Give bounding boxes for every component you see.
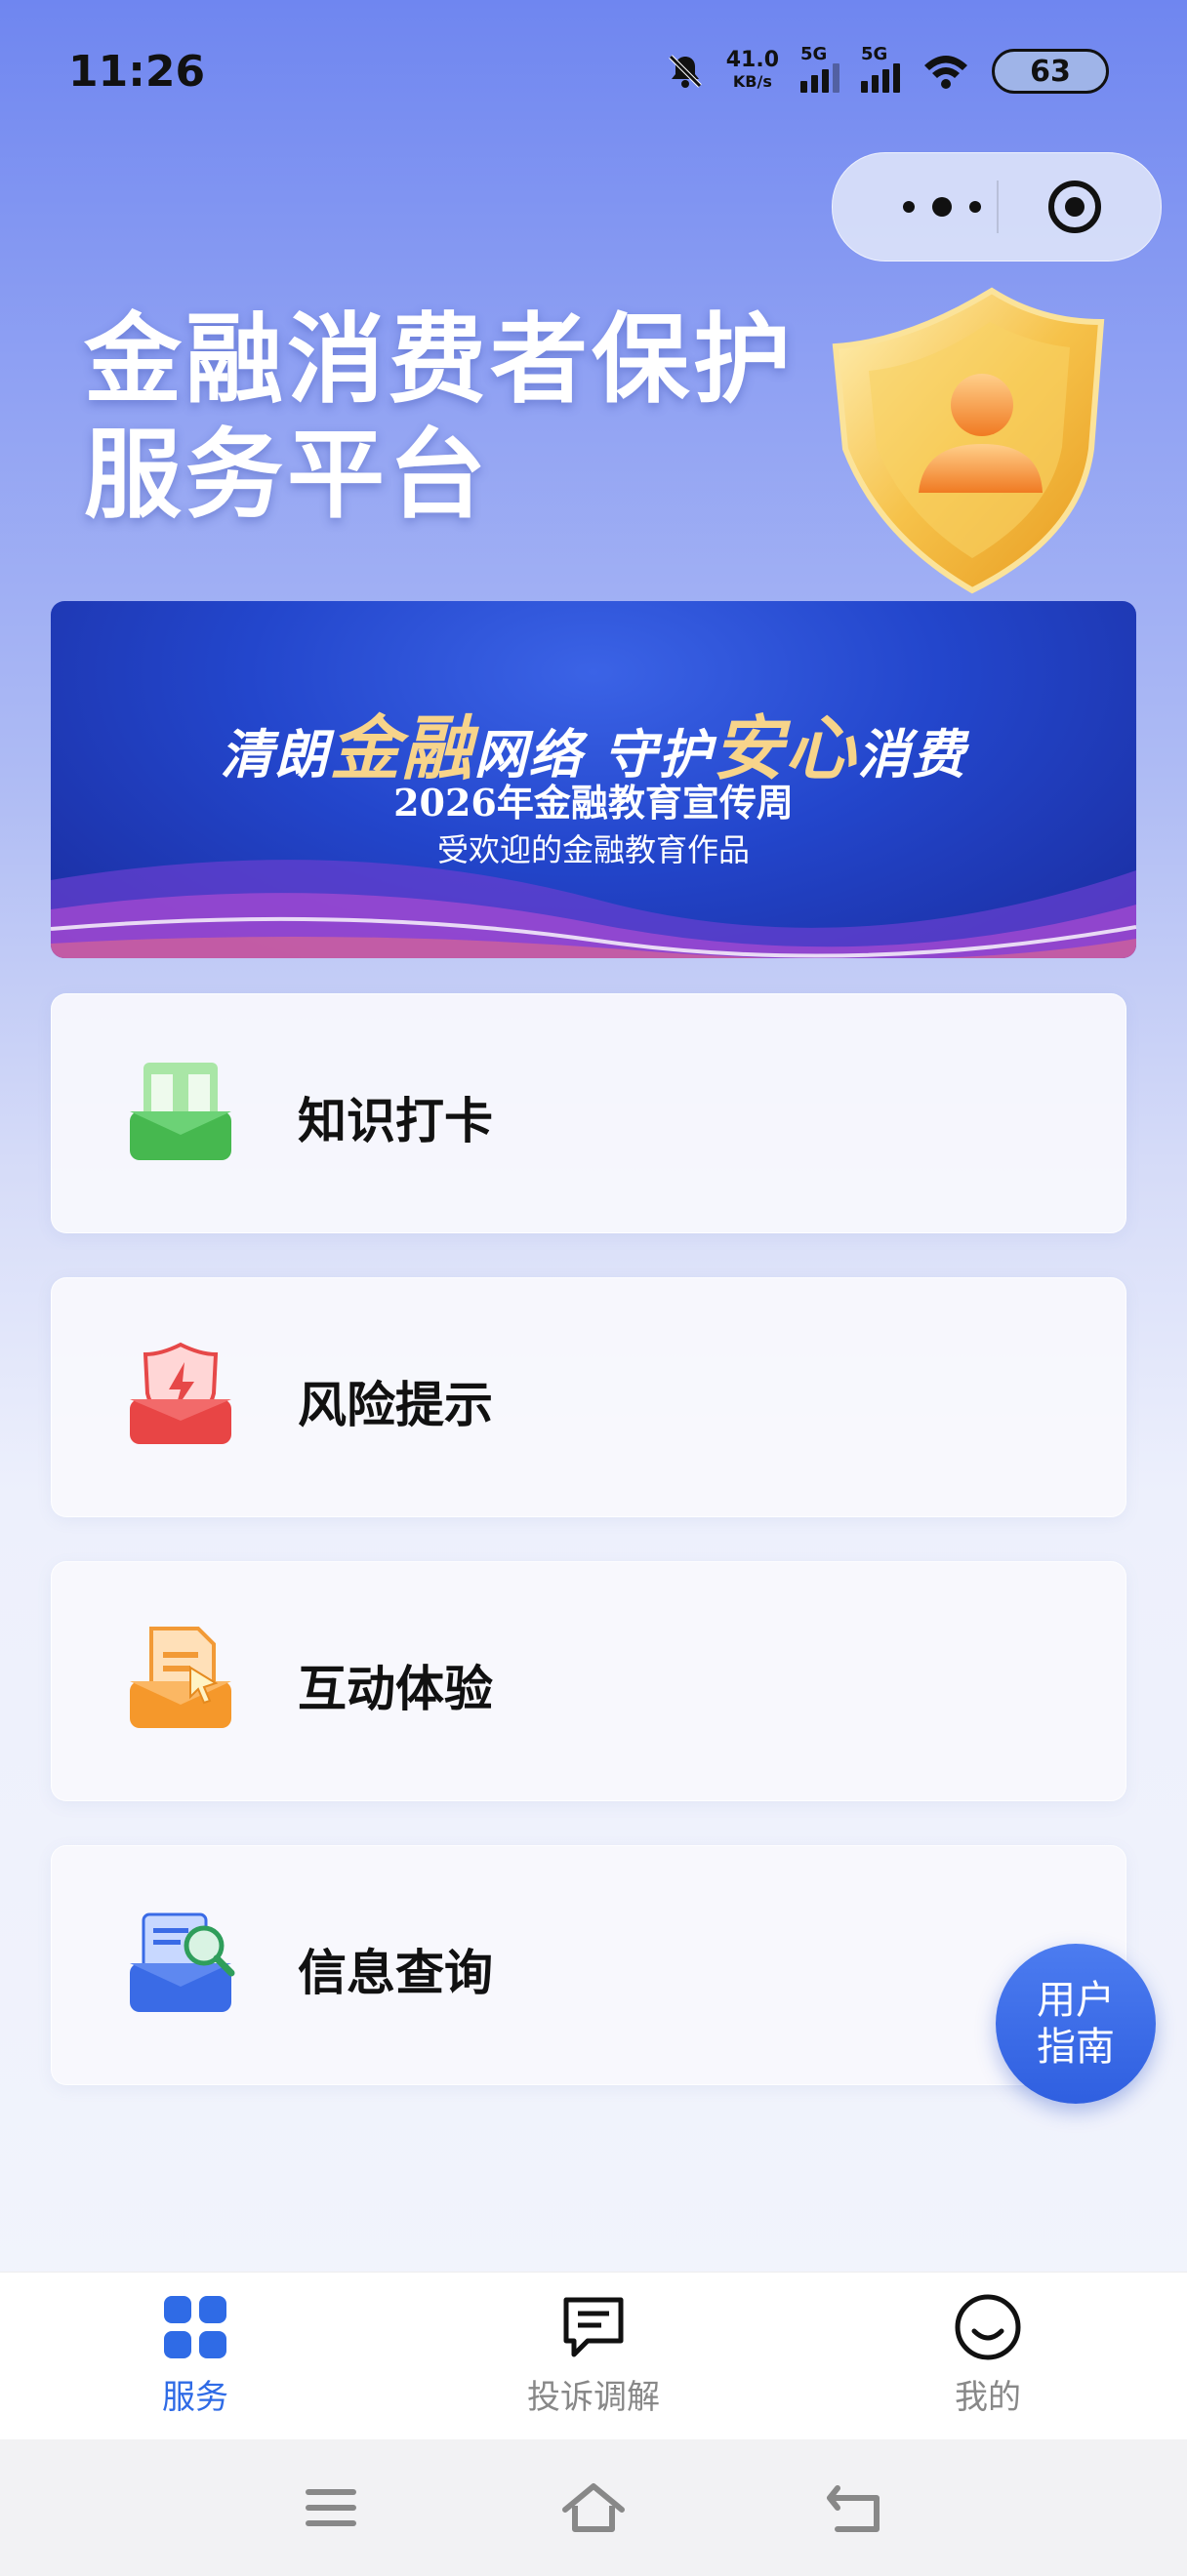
back-icon[interactable] bbox=[822, 2478, 890, 2537]
user-guide-button[interactable]: 用户 指南 bbox=[996, 1944, 1156, 2104]
hero-title-line1: 金融消费者保护 bbox=[84, 302, 795, 417]
capsule-divider bbox=[997, 181, 999, 233]
target-close-icon[interactable] bbox=[1047, 180, 1102, 234]
menu-item-interactive-experience[interactable]: 互动体验 bbox=[51, 1561, 1126, 1801]
battery-icon: 63 bbox=[992, 49, 1109, 94]
tab-service[interactable]: 服务 bbox=[78, 2292, 312, 2418]
hero-title: 金融消费者保护 服务平台 bbox=[84, 302, 795, 533]
sim1-label: 5G bbox=[800, 44, 828, 64]
signal-icon: 5G bbox=[861, 44, 900, 93]
menu-icon[interactable] bbox=[297, 2478, 365, 2537]
search-document-icon bbox=[130, 1912, 235, 2012]
tab-label: 服务 bbox=[162, 2378, 228, 2417]
status-bar: 11:26 41.0 KB/s 5G 5G 63 bbox=[0, 0, 1187, 146]
tab-mine[interactable]: 我的 bbox=[871, 2292, 1105, 2418]
menu-item-label: 风险提示 bbox=[298, 1377, 493, 1433]
tab-complaint-mediation[interactable]: 投诉调解 bbox=[476, 2292, 711, 2418]
wifi-icon bbox=[924, 56, 967, 89]
banner-wave-decoration bbox=[51, 860, 1136, 958]
home-icon[interactable] bbox=[559, 2478, 628, 2537]
menu-item-info-query[interactable]: 信息查询 bbox=[51, 1845, 1126, 2085]
battery-level: 63 bbox=[1030, 54, 1071, 89]
user-guide-line2: 指南 bbox=[1037, 2025, 1115, 2070]
net-speed: 41.0 KB/s bbox=[726, 50, 779, 93]
shield-user-icon bbox=[832, 287, 1105, 594]
status-icons: 41.0 KB/s 5G 5G 63 bbox=[666, 44, 1109, 94]
open-book-icon bbox=[130, 1063, 231, 1160]
bottom-tab-bar: 服务 投诉调解 我的 bbox=[0, 2272, 1187, 2440]
system-nav-bar bbox=[0, 2439, 1187, 2576]
menu-item-risk-alert[interactable]: 风险提示 bbox=[51, 1277, 1126, 1517]
user-guide-line1: 用户 bbox=[1037, 1978, 1115, 2023]
more-dots-icon[interactable] bbox=[883, 187, 1001, 226]
risk-shield-icon bbox=[130, 1342, 231, 1444]
menu-item-label: 知识打卡 bbox=[298, 1093, 493, 1149]
grid-icon bbox=[164, 2296, 226, 2358]
mini-program-capsule bbox=[832, 152, 1162, 262]
net-speed-unit: KB/s bbox=[732, 72, 772, 91]
hero-title-line2: 服务平台 bbox=[84, 418, 490, 532]
menu-item-knowledge-checkin[interactable]: 知识打卡 bbox=[51, 993, 1126, 1233]
status-time: 11:26 bbox=[68, 47, 206, 97]
net-speed-value: 41.0 bbox=[725, 48, 779, 72]
document-pointer-icon bbox=[130, 1627, 231, 1728]
signal-icon: 5G bbox=[800, 44, 839, 93]
smile-icon bbox=[955, 2294, 1021, 2360]
promo-banner[interactable]: 清朗金融网络 守护安心消费 2026年金融教育宣传周 受欢迎的金融教育作品 bbox=[51, 601, 1136, 958]
bell-muted-icon bbox=[668, 55, 702, 88]
sim2-label: 5G bbox=[861, 44, 888, 64]
message-icon bbox=[563, 2297, 624, 2357]
menu-item-label: 互动体验 bbox=[298, 1661, 493, 1717]
tab-label: 投诉调解 bbox=[527, 2378, 660, 2417]
tab-label: 我的 bbox=[955, 2378, 1021, 2417]
menu-item-label: 信息查询 bbox=[298, 1945, 493, 2001]
